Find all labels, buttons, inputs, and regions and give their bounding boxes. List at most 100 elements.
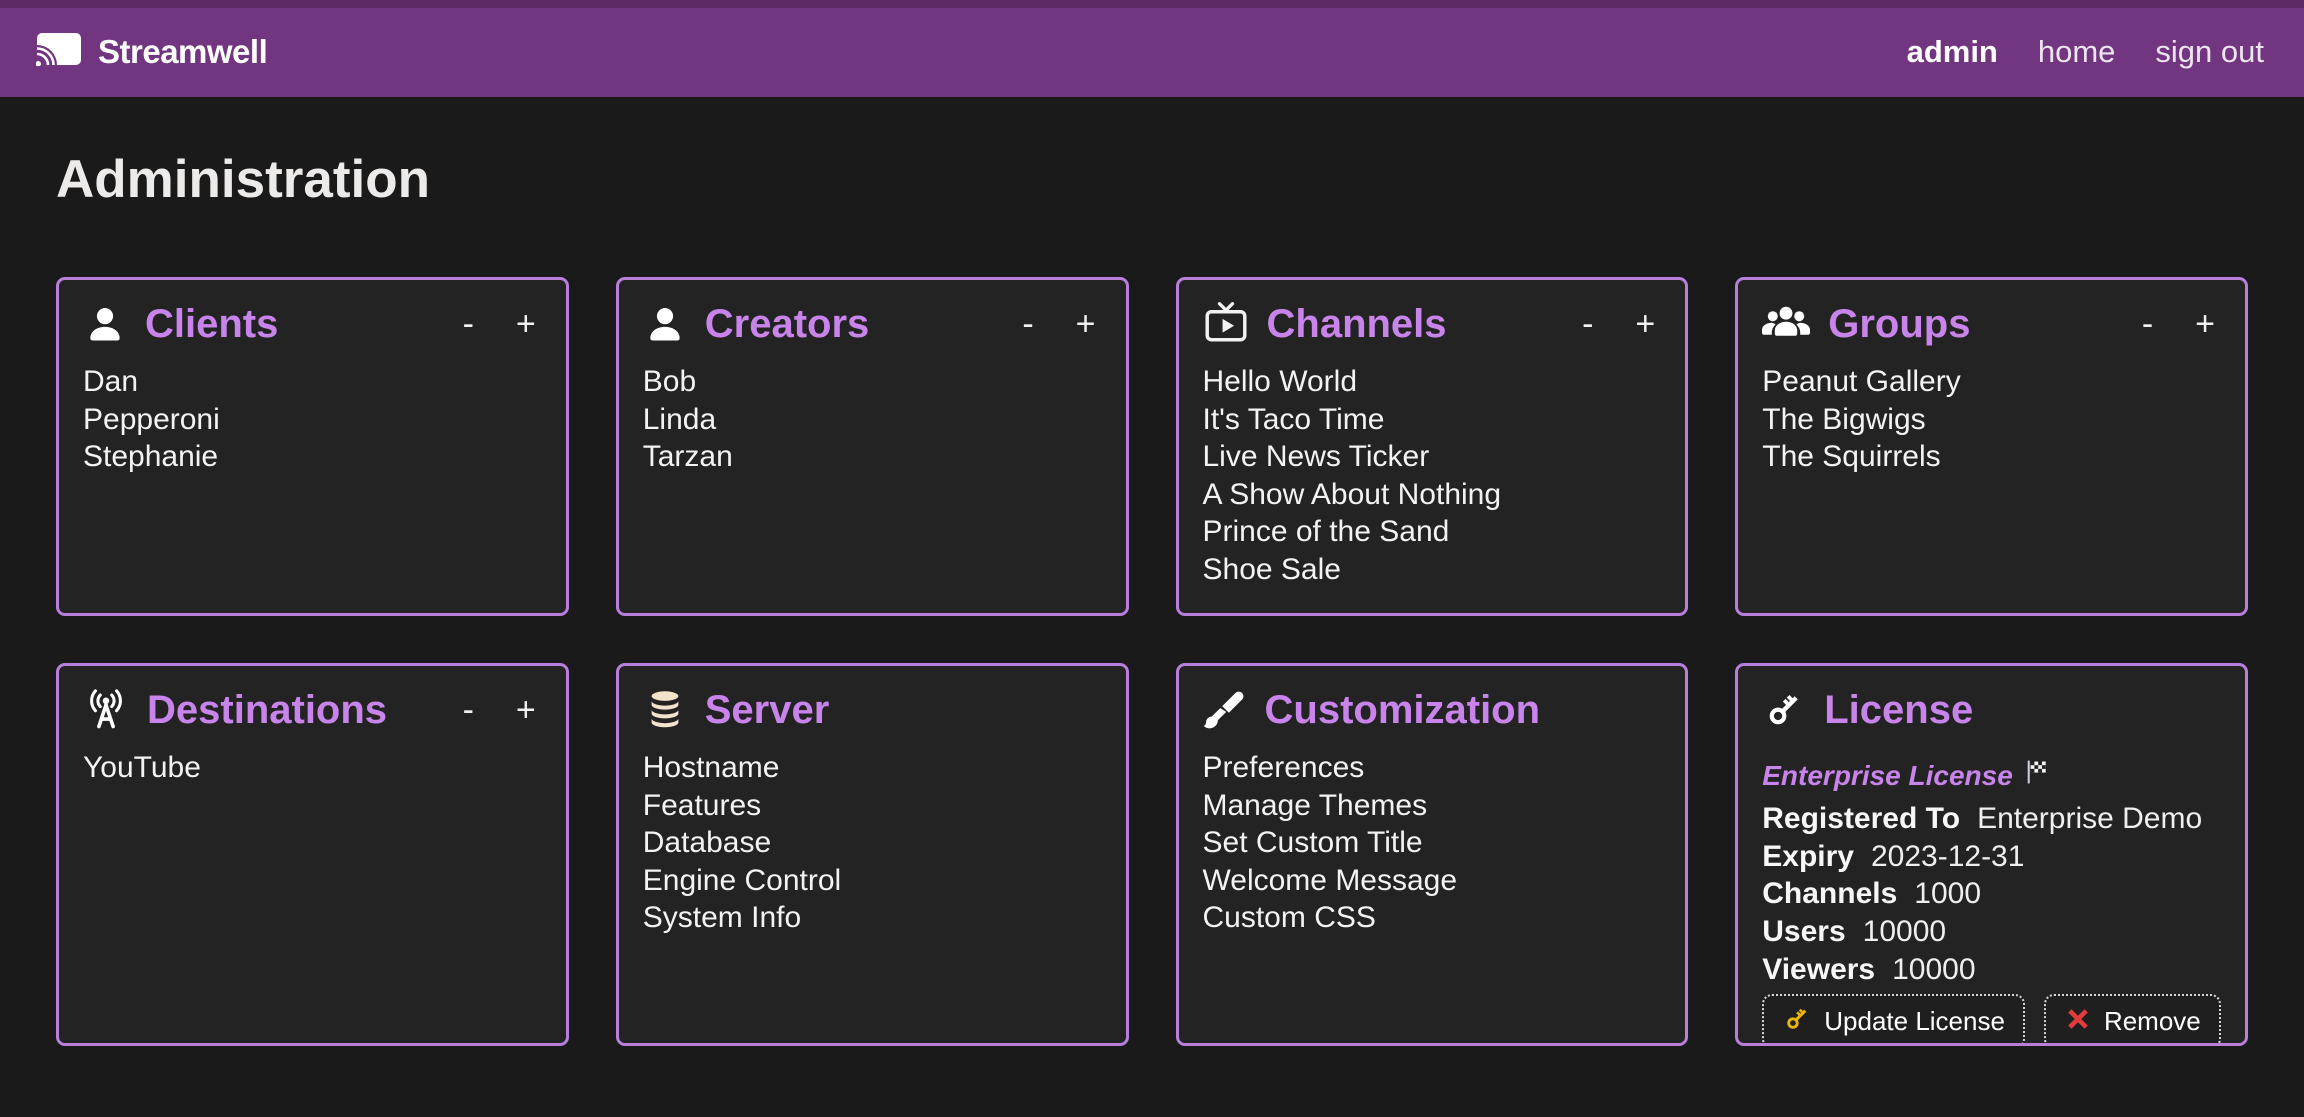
- groups-card-title: Groups: [1828, 302, 1970, 346]
- brand-name: Streamwell: [98, 33, 267, 71]
- customization-card-title: Customization: [1265, 688, 1541, 732]
- groups-card: Groups - + Peanut Gallery The Bigwigs Th…: [1735, 277, 2248, 616]
- destinations-card-title: Destinations: [147, 688, 387, 732]
- destinations-controls: - +: [463, 693, 542, 727]
- license-row-value: 2023-12-31: [1871, 840, 2024, 873]
- top-nav: admin home sign out: [1907, 34, 2264, 70]
- remove-channel-button[interactable]: -: [1582, 307, 1593, 341]
- creators-card-title: Creators: [705, 302, 870, 346]
- list-item[interactable]: YouTube: [83, 749, 542, 787]
- person-icon: [83, 302, 127, 346]
- list-item[interactable]: Custom CSS: [1203, 899, 1662, 937]
- list-item[interactable]: Hello World: [1203, 363, 1662, 401]
- add-creator-button[interactable]: +: [1076, 307, 1096, 341]
- license-row: Users 10000: [1762, 913, 2221, 951]
- checkered-flag-icon: [2023, 758, 2051, 793]
- clients-card-header: Clients - +: [83, 298, 542, 350]
- channels-card: Channels - + Hello World It's Taco Time …: [1176, 277, 1689, 616]
- customization-list: Preferences Manage Themes Set Custom Tit…: [1203, 749, 1662, 937]
- channels-list: Hello World It's Taco Time Live News Tic…: [1203, 363, 1662, 588]
- list-item[interactable]: Hostname: [643, 749, 1102, 787]
- list-item[interactable]: Database: [643, 824, 1102, 862]
- channels-controls: - +: [1582, 307, 1661, 341]
- list-item[interactable]: The Bigwigs: [1762, 401, 2221, 439]
- creators-card-header: Creators - +: [643, 298, 1102, 350]
- list-item[interactable]: Set Custom Title: [1203, 824, 1662, 862]
- list-item[interactable]: Prince of the Sand: [1203, 513, 1662, 551]
- add-destination-button[interactable]: +: [516, 693, 536, 727]
- license-row-value: 1000: [1914, 877, 1981, 910]
- license-row-value: Enterprise Demo: [1977, 802, 2202, 835]
- list-item[interactable]: The Squirrels: [1762, 438, 2221, 476]
- app-header: Streamwell admin home sign out: [0, 0, 2304, 97]
- list-item[interactable]: Live News Ticker: [1203, 438, 1662, 476]
- list-item[interactable]: Shoe Sale: [1203, 551, 1662, 589]
- list-item[interactable]: Preferences: [1203, 749, 1662, 787]
- list-item[interactable]: Peanut Gallery: [1762, 363, 2221, 401]
- server-card-title: Server: [705, 688, 830, 732]
- remove-group-button[interactable]: -: [2142, 307, 2153, 341]
- license-row-label: Channels: [1762, 877, 1897, 910]
- list-item[interactable]: Stephanie: [83, 438, 542, 476]
- license-edition: Enterprise License: [1762, 758, 2221, 793]
- list-item[interactable]: System Info: [643, 899, 1102, 937]
- update-license-label: Update License: [1824, 1007, 2005, 1036]
- brand[interactable]: Streamwell: [36, 32, 267, 71]
- list-item[interactable]: Bob: [643, 363, 1102, 401]
- clients-controls: - +: [463, 307, 542, 341]
- license-card-header: License: [1762, 684, 2221, 736]
- remove-license-button[interactable]: Remove: [2044, 994, 2221, 1046]
- list-item[interactable]: Manage Themes: [1203, 787, 1662, 825]
- server-card-header: Server: [643, 684, 1102, 736]
- license-card-title: License: [1824, 688, 1973, 732]
- group-icon: [1762, 302, 1810, 346]
- remove-client-button[interactable]: -: [463, 307, 474, 341]
- license-row-label: Viewers: [1762, 953, 1875, 986]
- groups-list: Peanut Gallery The Bigwigs The Squirrels: [1762, 363, 2221, 476]
- destinations-card: Destinations - + YouTube: [56, 663, 569, 1046]
- creators-controls: - +: [1022, 307, 1101, 341]
- destinations-card-header: Destinations - +: [83, 684, 542, 736]
- list-item[interactable]: Tarzan: [643, 438, 1102, 476]
- groups-controls: - +: [2142, 307, 2221, 341]
- creators-list: Bob Linda Tarzan: [643, 363, 1102, 476]
- add-group-button[interactable]: +: [2195, 307, 2215, 341]
- add-client-button[interactable]: +: [516, 307, 536, 341]
- list-item[interactable]: Dan: [83, 363, 542, 401]
- person-icon: [643, 302, 687, 346]
- key-gold-icon: [1782, 1004, 1812, 1040]
- license-row-value: 10000: [1863, 915, 1946, 948]
- remove-destination-button[interactable]: -: [463, 693, 474, 727]
- list-item[interactable]: Pepperoni: [83, 401, 542, 439]
- groups-card-header: Groups - +: [1762, 298, 2221, 350]
- channels-card-title: Channels: [1267, 302, 1447, 346]
- channels-card-header: Channels - +: [1203, 298, 1662, 350]
- license-actions: Update License Remove: [1762, 994, 2221, 1046]
- list-item[interactable]: It's Taco Time: [1203, 401, 1662, 439]
- clients-card: Clients - + Dan Pepperoni Stephanie: [56, 277, 569, 616]
- database-icon: [643, 688, 687, 732]
- add-channel-button[interactable]: +: [1635, 307, 1655, 341]
- list-item[interactable]: A Show About Nothing: [1203, 476, 1662, 514]
- nav-home[interactable]: home: [2038, 34, 2116, 70]
- paintbrush-icon: [1203, 688, 1247, 732]
- license-row-label: Users: [1762, 915, 1845, 948]
- remove-license-label: Remove: [2104, 1007, 2201, 1036]
- cast-icon: [36, 32, 82, 71]
- list-item[interactable]: Engine Control: [643, 862, 1102, 900]
- list-item[interactable]: Linda: [643, 401, 1102, 439]
- list-item[interactable]: Features: [643, 787, 1102, 825]
- destinations-list: YouTube: [83, 749, 542, 787]
- update-license-button[interactable]: Update License: [1762, 994, 2025, 1046]
- license-row: Viewers 10000: [1762, 951, 2221, 989]
- license-row-label: Registered To: [1762, 802, 1960, 835]
- license-row: Channels 1000: [1762, 875, 2221, 913]
- nav-admin[interactable]: admin: [1907, 34, 1998, 70]
- admin-card-grid: Clients - + Dan Pepperoni Stephanie Crea…: [56, 277, 2248, 1046]
- remove-creator-button[interactable]: -: [1022, 307, 1033, 341]
- license-row-value: 10000: [1892, 953, 1975, 986]
- clients-list: Dan Pepperoni Stephanie: [83, 363, 542, 476]
- list-item[interactable]: Welcome Message: [1203, 862, 1662, 900]
- license-details: Registered ToEnterprise Demo Expiry2023-…: [1762, 800, 2221, 989]
- nav-sign-out[interactable]: sign out: [2155, 34, 2264, 70]
